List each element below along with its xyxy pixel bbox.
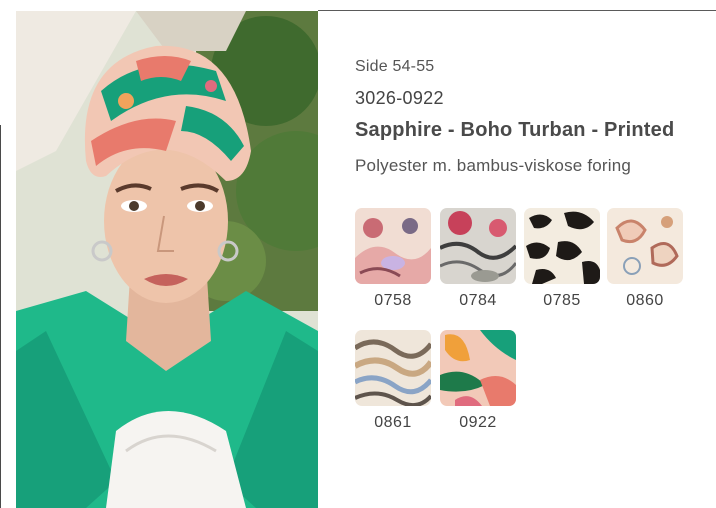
product-photo bbox=[16, 11, 318, 508]
product-material: Polyester m. bambus-viskose foring bbox=[355, 156, 632, 175]
swatch-image bbox=[355, 208, 431, 284]
swatch-0922[interactable]: 0922 bbox=[440, 330, 516, 432]
left-divider bbox=[0, 125, 1, 508]
swatch-image bbox=[440, 330, 516, 406]
swatch-0784[interactable]: 0784 bbox=[440, 208, 516, 310]
swatch-0785[interactable]: 0785 bbox=[524, 208, 600, 310]
swatch-image bbox=[355, 330, 431, 406]
swatch-0861[interactable]: 0861 bbox=[355, 330, 431, 432]
swatch-code: 0785 bbox=[543, 292, 581, 309]
swatch-code: 0860 bbox=[626, 292, 664, 309]
product-info: Side 54-55 3026-0922 Sapphire - Boho Tur… bbox=[355, 56, 715, 178]
page-reference: Side 54-55 bbox=[355, 58, 435, 75]
swatch-image bbox=[607, 208, 683, 284]
swatch-code: 0861 bbox=[374, 414, 412, 431]
swatch-0758[interactable]: 0758 bbox=[355, 208, 431, 310]
swatch-code: 0758 bbox=[374, 292, 412, 309]
product-title: Sapphire - Boho Turban - Printed bbox=[355, 119, 675, 141]
swatch-code: 0784 bbox=[459, 292, 497, 309]
swatch-image bbox=[524, 208, 600, 284]
swatch-code: 0922 bbox=[459, 414, 497, 431]
product-sku: 3026-0922 bbox=[355, 88, 444, 108]
top-divider bbox=[318, 10, 716, 11]
swatch-image bbox=[440, 208, 516, 284]
swatch-0860[interactable]: 0860 bbox=[607, 208, 683, 310]
